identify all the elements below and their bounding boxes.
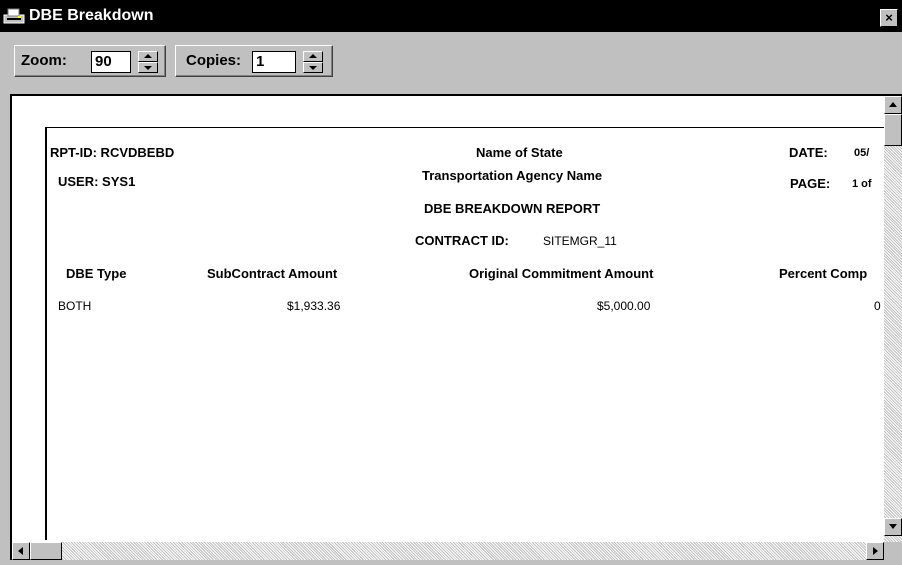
contract-id-value: SITEMGR_11 bbox=[543, 234, 617, 248]
vertical-scrollbar[interactable] bbox=[884, 96, 902, 542]
spin-down-icon bbox=[309, 66, 317, 70]
zoom-group: Zoom: 90 bbox=[14, 45, 166, 77]
column-header-subcontract-amount: SubContract Amount bbox=[207, 266, 338, 281]
window-bottom-edge bbox=[0, 560, 902, 565]
agency-name: Transportation Agency Name bbox=[422, 168, 603, 183]
copies-group: Copies: 1 bbox=[175, 45, 333, 77]
row-subcontract-amount: $1,933.36 bbox=[287, 299, 341, 313]
scroll-up-icon bbox=[889, 102, 897, 107]
page-top-border bbox=[45, 127, 885, 128]
row-percent: 0 bbox=[874, 299, 881, 313]
vertical-scroll-thumb[interactable] bbox=[884, 114, 902, 146]
title-bar: DBE Breakdown × bbox=[0, 0, 902, 32]
copies-increase-button[interactable] bbox=[303, 51, 323, 62]
page-left-border bbox=[45, 127, 47, 540]
spin-up-icon bbox=[144, 54, 152, 58]
close-button[interactable]: × bbox=[880, 9, 898, 27]
zoom-label: Zoom: bbox=[21, 52, 67, 69]
scroll-down-icon bbox=[889, 524, 897, 529]
scroll-left-button[interactable] bbox=[12, 542, 30, 560]
toolbar: Zoom: 90 Copies: 1 bbox=[0, 32, 902, 94]
row-original-commitment: $5,000.00 bbox=[597, 299, 651, 313]
column-header-original-commitment: Original Commitment Amount bbox=[469, 266, 654, 281]
zoom-input[interactable]: 90 bbox=[91, 51, 131, 73]
page-label: PAGE: bbox=[790, 176, 831, 191]
report-preview[interactable]: RPT-ID: RCVDBEBD USER: SYS1 Name of Stat… bbox=[10, 94, 902, 565]
state-name: Name of State bbox=[476, 145, 563, 160]
copies-decrease-button[interactable] bbox=[303, 62, 323, 73]
date-label: DATE: bbox=[789, 145, 828, 160]
report-title: DBE BREAKDOWN REPORT bbox=[424, 201, 601, 216]
page-value: 1 of bbox=[852, 178, 872, 190]
scroll-up-button[interactable] bbox=[884, 96, 902, 114]
scroll-down-button[interactable] bbox=[884, 518, 902, 536]
column-header-percent-comp: Percent Comp bbox=[779, 266, 868, 281]
horizontal-scroll-thumb[interactable] bbox=[30, 542, 62, 560]
zoom-decrease-button[interactable] bbox=[138, 62, 158, 73]
spin-down-icon bbox=[144, 66, 152, 70]
column-header-dbe-type: DBE Type bbox=[66, 266, 127, 281]
row-dbe-type: BOTH bbox=[58, 299, 92, 313]
date-value: 05/ bbox=[854, 147, 870, 159]
contract-id-label: CONTRACT ID: bbox=[415, 233, 509, 248]
scroll-left-icon bbox=[18, 547, 23, 555]
zoom-increase-button[interactable] bbox=[138, 51, 158, 62]
close-icon: × bbox=[885, 10, 893, 25]
window-title: DBE Breakdown bbox=[29, 7, 154, 24]
spin-up-icon bbox=[309, 54, 317, 58]
zoom-spinner bbox=[138, 51, 158, 73]
copies-input[interactable]: 1 bbox=[252, 51, 296, 73]
copies-label: Copies: bbox=[186, 52, 242, 69]
copies-spinner bbox=[303, 51, 323, 73]
printer-icon bbox=[3, 8, 25, 24]
scroll-right-icon bbox=[873, 547, 878, 555]
horizontal-scrollbar[interactable] bbox=[12, 542, 884, 560]
report-page bbox=[36, 96, 898, 540]
report-id: RPT-ID: RCVDBEBD bbox=[50, 145, 175, 160]
scroll-right-button[interactable] bbox=[866, 542, 884, 560]
report-user: USER: SYS1 bbox=[58, 174, 136, 189]
